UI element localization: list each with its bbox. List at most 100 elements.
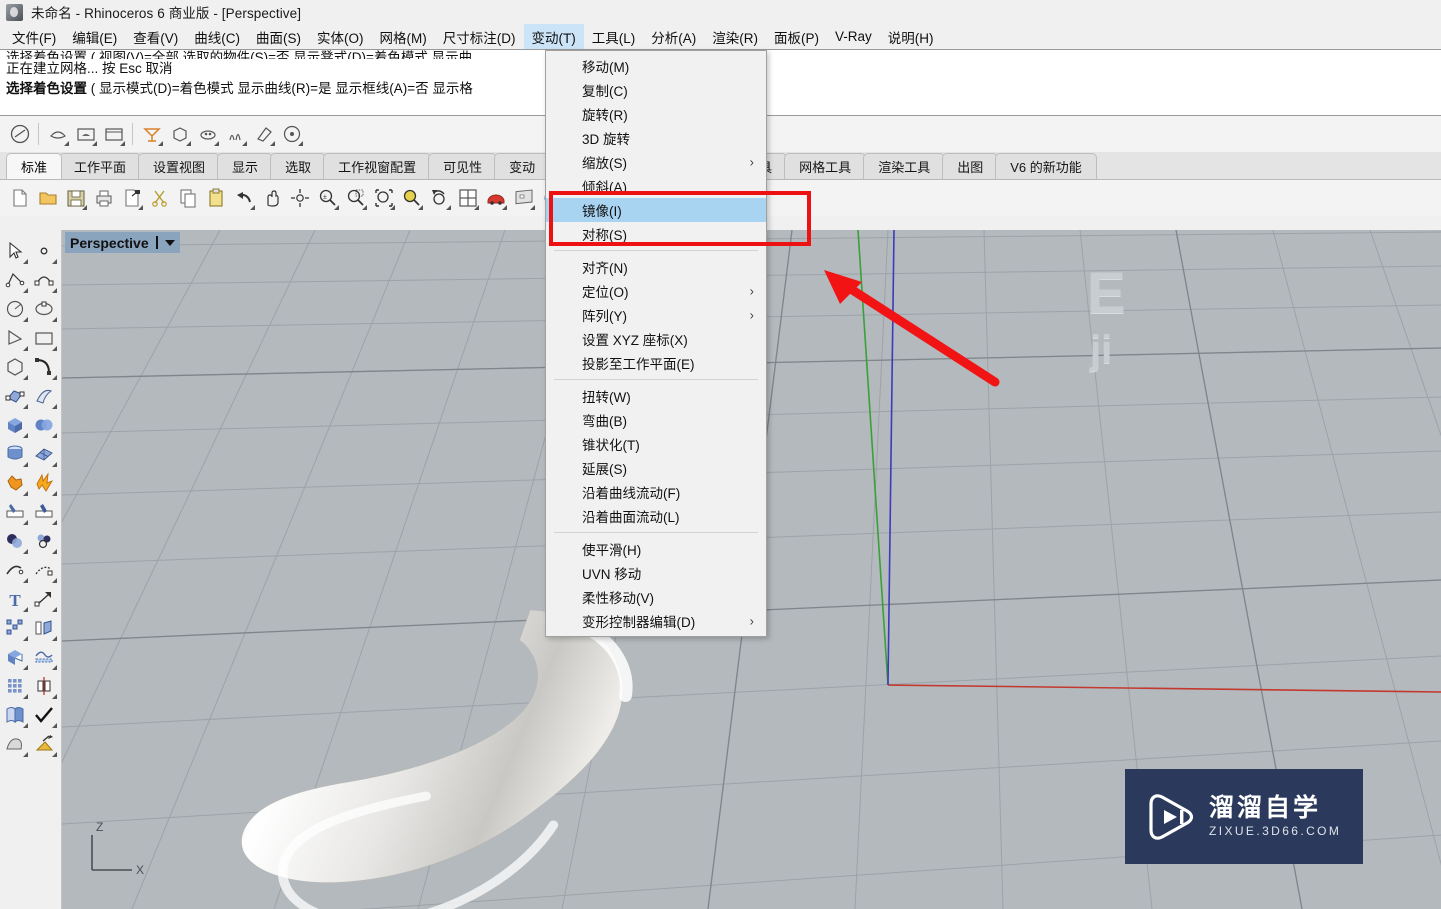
menu-option-25[interactable]: 变形控制器编辑(D) › xyxy=(546,609,766,633)
zoom-extents-icon[interactable] xyxy=(370,185,397,212)
menu-item-10[interactable]: 分析(A) xyxy=(643,24,704,49)
menu-item-12[interactable]: 面板(P) xyxy=(766,24,827,49)
cut-icon[interactable] xyxy=(146,185,173,212)
menu-option-10[interactable]: 定位(O) › xyxy=(546,279,766,303)
zoom-in-out-icon[interactable]: ± xyxy=(314,185,341,212)
tab-12[interactable]: 渲染工具 xyxy=(863,153,946,179)
menu-item-3[interactable]: 曲线(C) xyxy=(186,24,248,49)
artistic-display-icon[interactable] xyxy=(222,121,249,148)
menu-option-16[interactable]: 弯曲(B) xyxy=(546,408,766,432)
ellipse-icon[interactable] xyxy=(29,294,58,323)
curve-blend-icon[interactable] xyxy=(29,555,58,584)
viewport-title-bar[interactable]: Perspective xyxy=(65,232,180,253)
menu-option-20[interactable]: 沿着曲面流动(L) xyxy=(546,504,766,528)
export-icon[interactable] xyxy=(118,185,145,212)
mesh-plane-icon[interactable] xyxy=(29,439,58,468)
shade-icon[interactable] xyxy=(0,729,29,758)
circle-icon[interactable] xyxy=(0,294,29,323)
pan-icon[interactable] xyxy=(258,185,285,212)
zoom-previous-icon[interactable] xyxy=(426,185,453,212)
menu-option-17[interactable]: 锥状化(T) xyxy=(546,432,766,456)
save-file-icon[interactable] xyxy=(62,185,89,212)
tab-14[interactable]: V6 的新功能 xyxy=(995,153,1097,179)
tab-5[interactable]: 工作视窗配置 xyxy=(323,153,432,179)
render-preview-icon[interactable] xyxy=(510,185,537,212)
menu-item-0[interactable]: 文件(F) xyxy=(4,24,64,49)
copy-offset-icon[interactable] xyxy=(29,613,58,642)
new-file-icon[interactable] xyxy=(6,185,33,212)
teapot-shaded-icon[interactable] xyxy=(72,121,99,148)
menu-option-3[interactable]: 3D 旋转 xyxy=(546,126,766,150)
array-grid-icon[interactable] xyxy=(0,671,29,700)
point-icon[interactable] xyxy=(29,236,58,265)
zoom-selected-icon[interactable] xyxy=(398,185,425,212)
menu-item-4[interactable]: 曲面(S) xyxy=(248,24,309,49)
menu-option-2[interactable]: 旋转(R) xyxy=(546,102,766,126)
page-layout-icon[interactable] xyxy=(0,700,29,729)
menu-option-5[interactable]: 倾斜(A) xyxy=(546,174,766,198)
display-options-icon[interactable] xyxy=(278,121,305,148)
move-icon[interactable] xyxy=(29,584,58,613)
text-tool-icon[interactable]: T xyxy=(0,584,29,613)
mirror-icon[interactable] xyxy=(29,671,58,700)
tab-3[interactable]: 显示 xyxy=(217,153,274,179)
technical-display-icon[interactable] xyxy=(194,121,221,148)
boolean-intersection-icon[interactable] xyxy=(29,526,58,555)
boolean-union-icon[interactable] xyxy=(0,468,29,497)
paste-icon[interactable] xyxy=(202,185,229,212)
control-point-curve-icon[interactable] xyxy=(29,265,58,294)
menu-option-0[interactable]: 移动(M) xyxy=(546,54,766,78)
menu-item-14[interactable]: 说明(H) xyxy=(880,24,942,49)
trim-icon[interactable] xyxy=(0,497,29,526)
menu-option-24[interactable]: 柔性移动(V) xyxy=(546,585,766,609)
menu-option-23[interactable]: UVN 移动 xyxy=(546,561,766,585)
menu-option-22[interactable]: 使平滑(H) xyxy=(546,537,766,561)
tab-11[interactable]: 网格工具 xyxy=(784,153,867,179)
menu-item-9[interactable]: 工具(L) xyxy=(584,24,644,49)
tab-0[interactable]: 标准 xyxy=(6,153,63,179)
menu-item-2[interactable]: 查看(V) xyxy=(125,24,186,49)
tab-4[interactable]: 选取 xyxy=(270,153,327,179)
command-prompt-options[interactable]: ( 显示模式(D)=着色模式 显示曲线(R)=是 显示框线(A)=否 显示格 xyxy=(87,81,473,96)
four-viewport-icon[interactable] xyxy=(454,185,481,212)
menu-option-7[interactable]: 对称(S) xyxy=(546,222,766,246)
undo-icon[interactable] xyxy=(230,185,257,212)
rotate-view-icon[interactable] xyxy=(286,185,313,212)
split-icon[interactable] xyxy=(29,497,58,526)
transform-dropdown-menu[interactable]: 移动(M) 复制(C) 旋转(R) 3D 旋转 缩放(S) › 倾斜(A) 镜像(I) 对称(S… xyxy=(545,50,767,637)
render-color-icon[interactable] xyxy=(29,729,58,758)
boolean-difference-icon[interactable] xyxy=(0,526,29,555)
explode-icon[interactable] xyxy=(29,468,58,497)
curve-fillet-icon[interactable] xyxy=(29,352,58,381)
tab-13[interactable]: 出图 xyxy=(942,153,999,179)
cylinder-icon[interactable] xyxy=(0,439,29,468)
copy-icon[interactable] xyxy=(174,185,201,212)
shaded-viewport-icon[interactable] xyxy=(6,121,33,148)
print-icon[interactable] xyxy=(90,185,117,212)
surface-from-points-icon[interactable] xyxy=(0,381,29,410)
menu-option-12[interactable]: 设置 XYZ 座标(X) xyxy=(546,327,766,351)
teapot-wireframe-icon[interactable] xyxy=(44,121,71,148)
drape-icon[interactable] xyxy=(29,642,58,671)
zoom-window-icon[interactable] xyxy=(342,185,369,212)
menu-item-8[interactable]: 变动(T) xyxy=(523,24,584,49)
xray-display-icon[interactable] xyxy=(166,121,193,148)
teapot-rendered-icon[interactable] xyxy=(100,121,127,148)
tab-1[interactable]: 工作平面 xyxy=(59,153,142,179)
menu-option-9[interactable]: 对齐(N) xyxy=(546,255,766,279)
scale-group-icon[interactable] xyxy=(0,613,29,642)
box-unroll-icon[interactable] xyxy=(0,642,29,671)
menu-item-1[interactable]: 编辑(E) xyxy=(64,24,125,49)
box-icon[interactable] xyxy=(0,410,29,439)
menu-item-11[interactable]: 渲染(R) xyxy=(704,24,766,49)
menu-option-15[interactable]: 扭转(W) xyxy=(546,384,766,408)
tab-2[interactable]: 设置视图 xyxy=(138,153,221,179)
tab-6[interactable]: 可见性 xyxy=(428,153,498,179)
menu-option-4[interactable]: 缩放(S) › xyxy=(546,150,766,174)
menu-option-13[interactable]: 投影至工作平面(E) xyxy=(546,351,766,375)
open-file-icon[interactable] xyxy=(34,185,61,212)
check-mark-icon[interactable] xyxy=(29,700,58,729)
menu-item-13[interactable]: V-Ray xyxy=(827,24,880,49)
menu-option-11[interactable]: 阵列(Y) › xyxy=(546,303,766,327)
menu-option-18[interactable]: 延展(S) xyxy=(546,456,766,480)
